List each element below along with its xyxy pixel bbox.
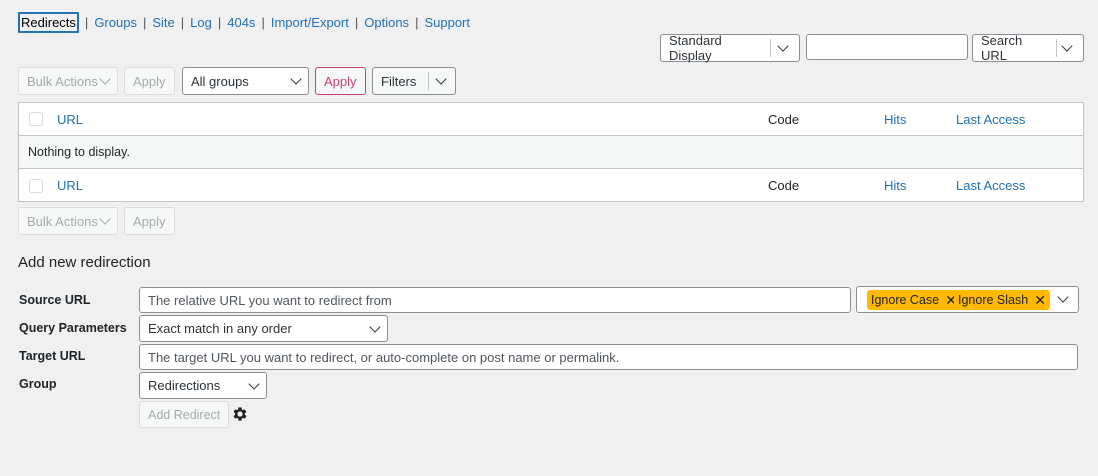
select-divider <box>770 39 772 57</box>
column-code: Code <box>768 111 800 127</box>
target-url-input[interactable]: The target URL you want to redirect, or … <box>139 344 1078 370</box>
select-all-checkbox[interactable] <box>29 112 43 126</box>
query-params-select[interactable]: Exact match in any order <box>139 315 388 342</box>
empty-message: Nothing to display. <box>28 145 130 159</box>
chevron-down-icon <box>435 73 447 85</box>
tab-support[interactable]: Support <box>424 15 470 30</box>
gear-icon[interactable] <box>231 405 249 423</box>
nav-separator: | <box>217 14 222 30</box>
filters-dropdown[interactable]: Filters <box>372 67 456 95</box>
bulk-actions-select-top[interactable]: Bulk Actions <box>18 67 118 95</box>
group-select[interactable]: Redirections <box>139 372 267 399</box>
subsubsub-nav: Redirects | Groups | Site | Log | 404s |… <box>18 11 470 33</box>
tab-groups[interactable]: Groups <box>94 15 137 30</box>
display-select[interactable]: Standard Display <box>660 33 800 63</box>
tab-import-export[interactable]: Import/Export <box>271 15 349 30</box>
nav-separator: | <box>354 14 359 30</box>
column-url-footer[interactable]: URL <box>57 178 83 193</box>
column-code-footer: Code <box>768 178 800 193</box>
chevron-down-icon <box>369 320 381 333</box>
bulk-actions-select-bottom[interactable]: Bulk Actions <box>18 207 118 235</box>
chevron-down-icon <box>99 73 111 85</box>
search-type-value: Search URL <box>981 33 1023 63</box>
nav-separator: | <box>415 14 419 30</box>
nav-separator: | <box>84 14 89 30</box>
flag-chip-label: Ignore Case <box>871 293 940 307</box>
flag-chip-ignore-case: Ignore Case ✕ <box>867 290 961 310</box>
group-label: Group <box>19 377 57 391</box>
flag-chip-ignore-slash: Ignore Slash ✕ <box>954 290 1050 310</box>
flag-chip-label: Ignore Slash <box>958 293 1029 307</box>
column-hits-footer[interactable]: Hits <box>884 178 906 193</box>
chevron-down-icon <box>99 213 111 225</box>
column-last-access-footer[interactable]: Last Access <box>956 178 1025 193</box>
display-select-value: Standard Display <box>669 33 722 63</box>
bulk-apply-button-bottom[interactable]: Apply <box>124 207 175 235</box>
match-flags-select[interactable]: Ignore Case ✕ Ignore Slash ✕ <box>856 286 1079 313</box>
select-divider <box>1045 291 1046 309</box>
column-hits[interactable]: Hits <box>884 112 906 127</box>
group-filter-value: All groups <box>191 73 249 89</box>
source-url-label: Source URL <box>19 293 91 307</box>
filter-apply-button[interactable]: Apply <box>315 67 366 95</box>
query-params-value: Exact match in any order <box>148 321 292 336</box>
add-redirect-label: Add Redirect <box>148 407 221 422</box>
bulk-apply-label-bottom: Apply <box>133 213 166 229</box>
group-filter-select[interactable]: All groups <box>182 67 309 95</box>
nav-separator: | <box>142 14 147 30</box>
source-url-placeholder: The relative URL you want to redirect fr… <box>148 292 392 308</box>
bulk-actions-value: Bulk Actions <box>27 73 98 89</box>
group-select-value: Redirections <box>148 378 221 393</box>
bulk-actions-value-bottom: Bulk Actions <box>27 213 98 229</box>
bulk-apply-label: Apply <box>133 73 166 89</box>
search-type-select[interactable]: Search URL <box>972 33 1084 63</box>
filter-apply-label: Apply <box>324 73 357 89</box>
filters-label: Filters <box>381 73 417 89</box>
select-divider <box>1056 39 1058 57</box>
redirects-table: URL Code Hits Last Access Nothing to dis… <box>18 102 1084 202</box>
form-title: Add new redirection <box>18 254 151 271</box>
tab-site[interactable]: Site <box>152 15 174 30</box>
tab-options[interactable]: Options <box>364 15 409 30</box>
table-footer-row: URL Code Hits Last Access <box>19 169 1083 202</box>
tab-404s[interactable]: 404s <box>227 15 255 30</box>
table-header-row: URL Code Hits Last Access <box>19 103 1083 136</box>
chevron-down-icon <box>290 73 302 85</box>
chevron-down-icon <box>1061 40 1073 52</box>
query-params-label: Query Parameters <box>19 321 127 335</box>
select-all-checkbox-footer[interactable] <box>29 178 43 193</box>
tab-redirects[interactable]: Redirects <box>18 11 79 33</box>
chevron-down-icon <box>1057 291 1069 303</box>
target-url-label: Target URL <box>19 349 86 363</box>
tab-log[interactable]: Log <box>190 15 212 30</box>
nav-separator: | <box>261 14 265 30</box>
target-url-placeholder: The target URL you want to redirect, or … <box>148 349 620 365</box>
bulk-apply-button-top[interactable]: Apply <box>124 67 175 95</box>
column-url[interactable]: URL <box>57 112 83 127</box>
select-divider <box>428 72 430 90</box>
column-last-access[interactable]: Last Access <box>956 112 1025 127</box>
nav-separator: | <box>180 14 185 30</box>
chevron-down-icon <box>248 377 260 390</box>
search-input[interactable] <box>806 34 968 60</box>
add-redirect-button[interactable]: Add Redirect <box>139 401 230 428</box>
chevron-down-icon <box>777 40 789 52</box>
table-row: Nothing to display. <box>19 136 1083 169</box>
source-url-input[interactable]: The relative URL you want to redirect fr… <box>139 287 851 313</box>
